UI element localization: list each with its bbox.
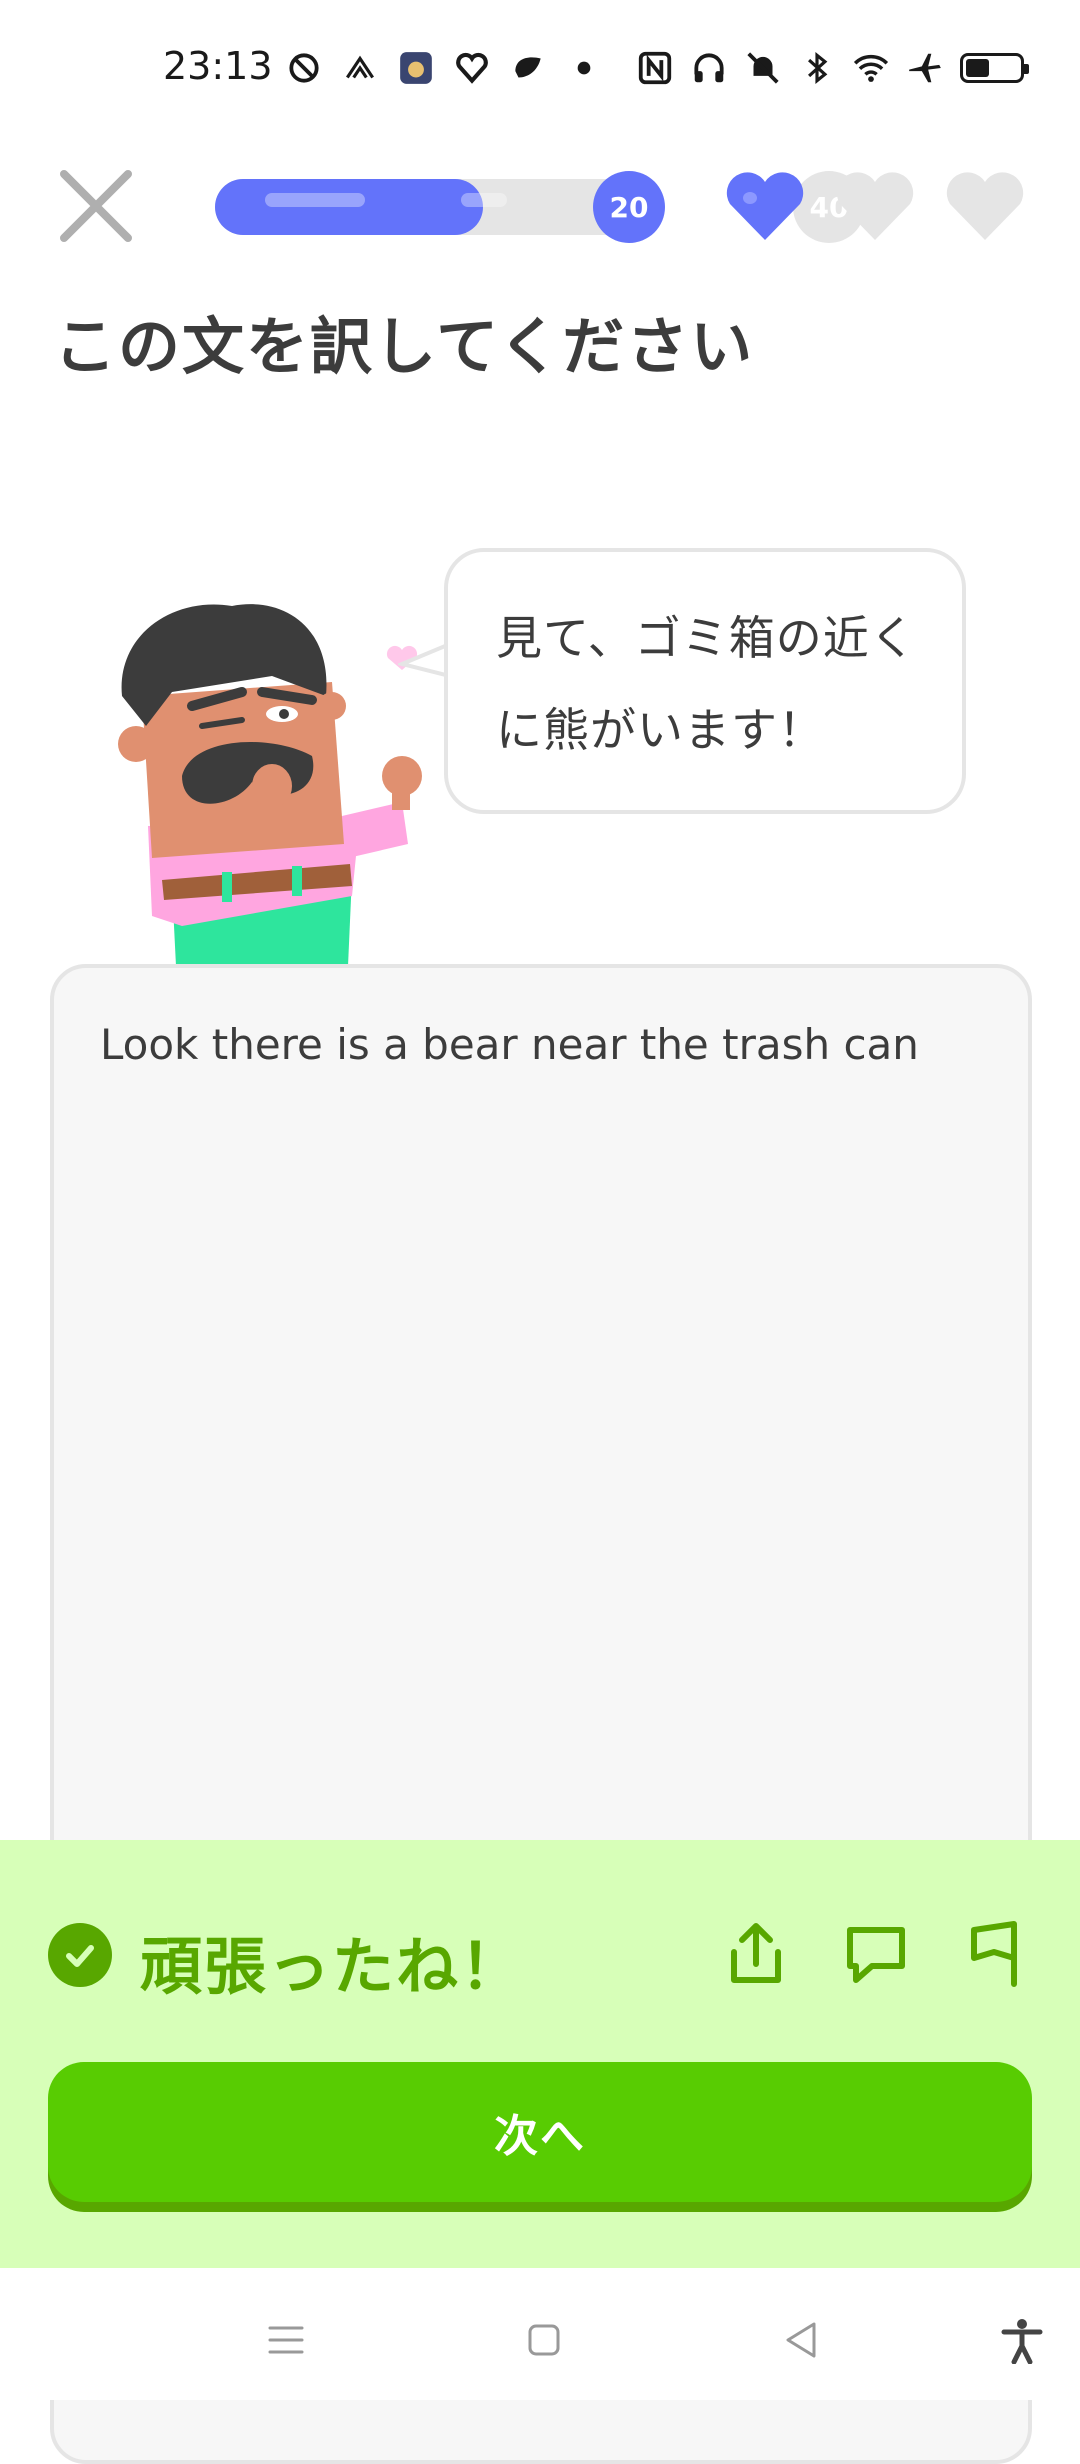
lesson-progress-bar: 20 40 bbox=[215, 171, 865, 243]
back-icon bbox=[786, 2322, 816, 2358]
feedback-title: 頑張ったね！ bbox=[140, 1930, 525, 2003]
status-time: 23:13 bbox=[163, 44, 273, 88]
system-nav-bar bbox=[0, 2268, 1080, 2400]
progress-shine bbox=[461, 193, 507, 207]
battery-icon bbox=[960, 53, 1029, 83]
headphones-icon bbox=[690, 49, 728, 87]
home-button[interactable] bbox=[516, 2312, 572, 2368]
heart-icon-empty bbox=[944, 168, 1026, 246]
leaf-app-icon bbox=[509, 49, 547, 87]
next-button[interactable]: 次へ bbox=[48, 2062, 1032, 2202]
menu-button[interactable] bbox=[258, 2312, 314, 2368]
nfc-icon bbox=[636, 49, 674, 87]
share-icon bbox=[731, 1923, 781, 1983]
notification-icons bbox=[285, 46, 603, 90]
speech-bubble-tail bbox=[398, 642, 450, 678]
wifi-icon bbox=[852, 49, 890, 87]
accessibility-button[interactable] bbox=[994, 2312, 1050, 2368]
close-button[interactable] bbox=[58, 168, 134, 244]
speech-bubble: 見て、ゴミ箱の近く に熊がいます！ bbox=[444, 548, 966, 814]
signal-app-icon bbox=[341, 49, 379, 87]
status-bar: 23:13 bbox=[0, 0, 1080, 140]
mute-icon bbox=[744, 49, 782, 87]
share-button[interactable] bbox=[720, 1918, 792, 1990]
system-icons bbox=[636, 46, 1029, 90]
character-illustration bbox=[112, 596, 432, 966]
accessibility-icon bbox=[1001, 2319, 1043, 2364]
back-button[interactable] bbox=[774, 2312, 830, 2368]
airplane-icon bbox=[906, 49, 944, 87]
sync-icon bbox=[285, 49, 323, 87]
game-app-icon bbox=[397, 49, 435, 87]
hearts bbox=[724, 168, 1026, 246]
health-app-icon bbox=[453, 49, 491, 87]
menu-icon bbox=[268, 2326, 304, 2354]
report-button[interactable] bbox=[964, 1918, 1036, 1990]
heart-icon-filled bbox=[724, 168, 806, 246]
progress-milestone-current: 20 bbox=[593, 171, 665, 243]
answer-text: Look there is a bear near the trash can bbox=[100, 1020, 919, 1069]
check-circle-icon bbox=[48, 1923, 112, 1987]
home-icon bbox=[528, 2324, 560, 2356]
prompt-sentence[interactable]: 見て、ゴミ箱の近く に熊がいます！ bbox=[496, 592, 936, 776]
close-icon bbox=[60, 170, 132, 242]
progress-fill bbox=[215, 179, 484, 235]
bluetooth-icon bbox=[798, 49, 836, 87]
comment-button[interactable] bbox=[840, 1918, 912, 1990]
heart-icon-empty bbox=[834, 168, 916, 246]
comment-icon bbox=[847, 1927, 905, 1983]
report-flag-icon bbox=[971, 1921, 1017, 1987]
instruction-title: この文を訳してください bbox=[54, 310, 755, 383]
feedback-panel: 頑張ったね！ 次へ bbox=[0, 1840, 1080, 2268]
dot-icon bbox=[565, 49, 603, 87]
progress-shine bbox=[265, 193, 365, 207]
